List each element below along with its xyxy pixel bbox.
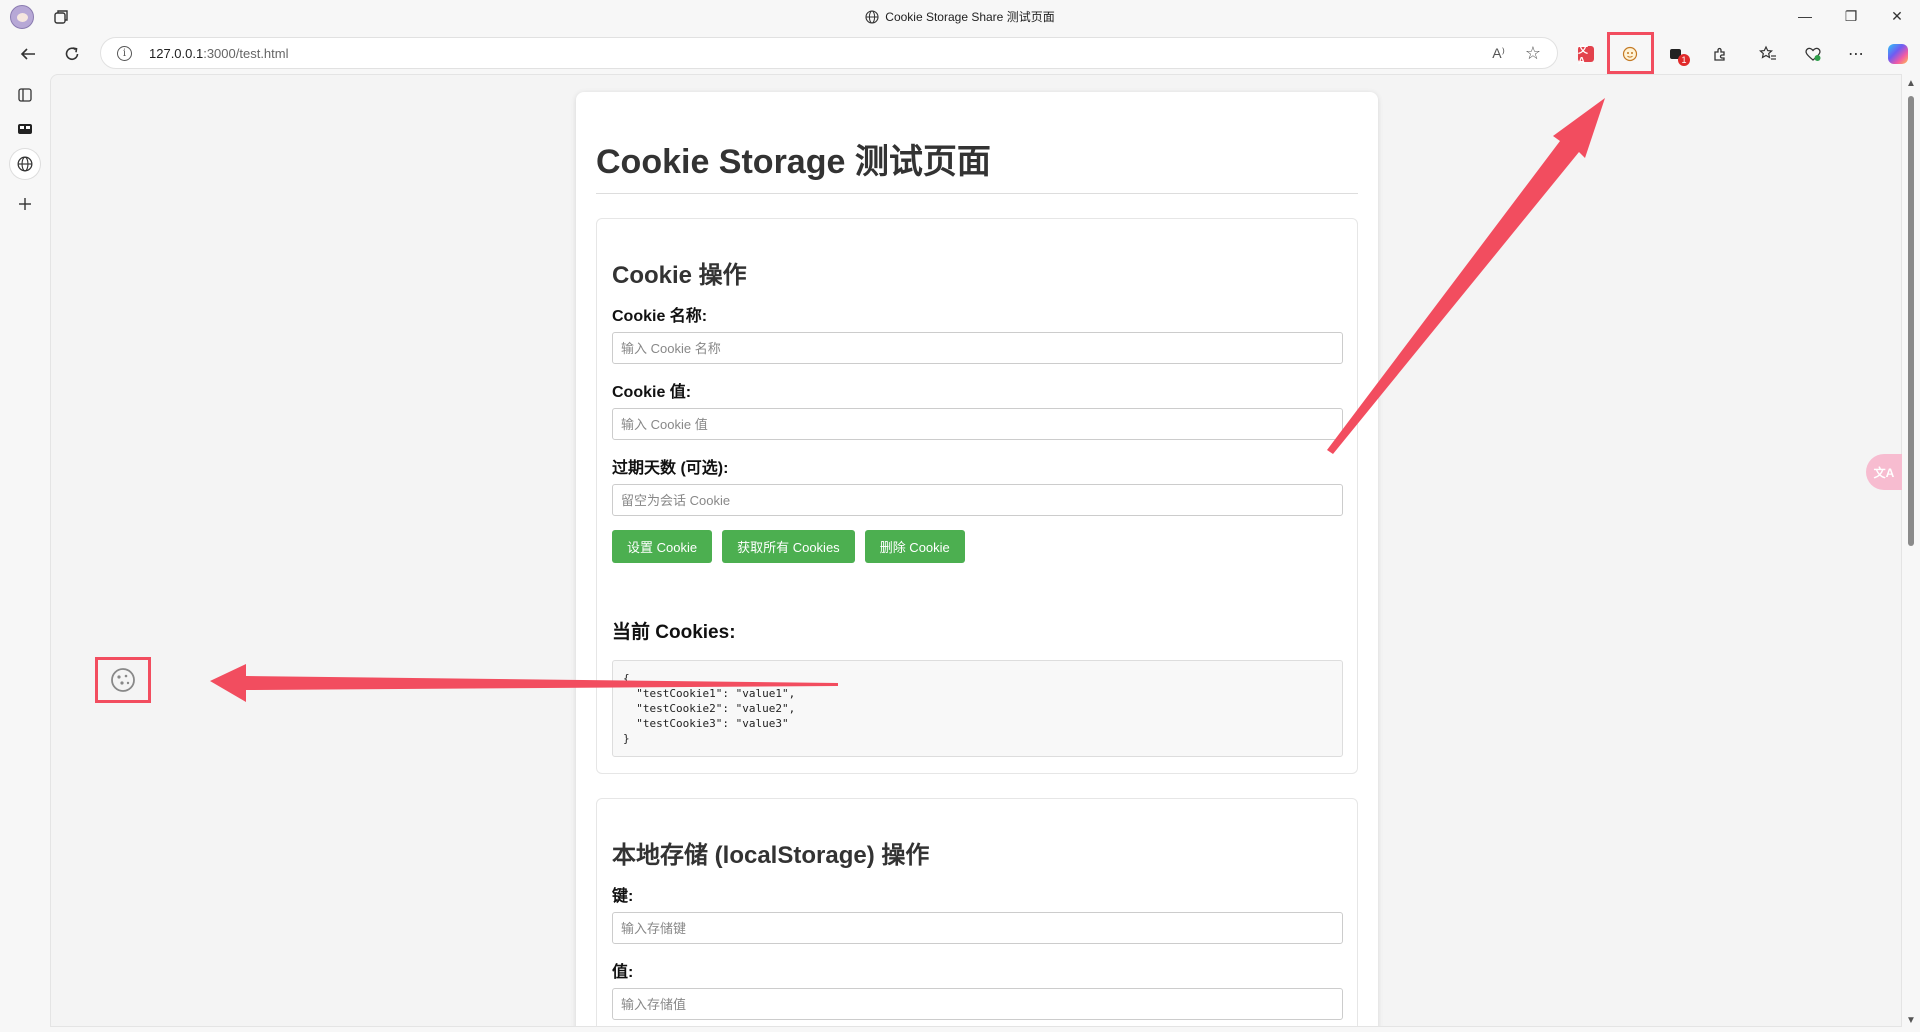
panel-icon [18, 88, 32, 102]
favorites-button[interactable] [1754, 40, 1782, 68]
sidebar-tab-panel[interactable] [10, 80, 40, 110]
close-button[interactable]: ✕ [1874, 0, 1920, 32]
storage-value-label: 值: [612, 964, 634, 981]
translate-extension-button[interactable]: 文A [1572, 40, 1600, 68]
window-controls: — ❐ ✕ [1782, 0, 1920, 32]
page-scrollbar[interactable]: ▲ ▼ [1902, 74, 1920, 1032]
extensions-button[interactable] [1706, 40, 1734, 68]
address-bar[interactable]: i 127.0.0.1:3000/test.html A⁾ ☆ [100, 37, 1558, 69]
localstorage-section: 本地存储 (localStorage) 操作 键: 值: [596, 798, 1358, 1026]
cookie-name-input[interactable] [612, 332, 1343, 364]
page-viewport: Cookie Storage 测试页面 Cookie 操作 Cookie 名称:… [50, 74, 1902, 1027]
window-title-text: Cookie Storage Share 测试页面 [885, 10, 1055, 24]
minimize-button[interactable]: — [1782, 0, 1828, 32]
storage-key-input[interactable] [612, 912, 1343, 944]
translate-extension-icon: 文A [1578, 45, 1594, 67]
floating-translate-button[interactable]: 文A [1866, 454, 1902, 490]
plus-icon [19, 198, 31, 210]
cookie-name-label: Cookie 名称: [612, 308, 708, 325]
url-path: :3000/test.html [203, 46, 289, 61]
page-title: Cookie Storage 测试页面 [596, 92, 1358, 194]
cookie-icon [111, 668, 135, 692]
delete-cookie-button[interactable]: 删除 Cookie [864, 530, 965, 563]
scrollbar-thumb[interactable] [1908, 96, 1914, 546]
localstorage-section-heading: 本地存储 (localStorage) 操作 [612, 842, 930, 869]
favorite-star-icon[interactable]: ☆ [1525, 43, 1541, 64]
puzzle-icon [1714, 47, 1725, 61]
globe-icon [865, 10, 879, 24]
storage-key-label: 键: [612, 888, 634, 905]
sidebar-tab-1[interactable] [10, 114, 40, 144]
site-info-icon[interactable]: i [117, 46, 132, 61]
globe-icon [17, 156, 33, 172]
cookie-expire-label: 过期天数 (可选): [612, 460, 729, 477]
heart-pulse-icon [1805, 47, 1821, 61]
scroll-up-arrow-icon[interactable]: ▲ [1906, 78, 1916, 89]
page-container: Cookie Storage 测试页面 Cookie 操作 Cookie 名称:… [576, 92, 1378, 1026]
floating-cookie-button[interactable] [95, 657, 151, 703]
get-all-cookies-button[interactable]: 获取所有 Cookies [722, 530, 855, 563]
read-aloud-icon[interactable]: A⁾ [1492, 45, 1505, 62]
favorites-list-icon [1759, 45, 1776, 60]
current-cookies-title: 当前 Cookies: [612, 622, 736, 643]
browser-essentials-button[interactable] [1799, 40, 1827, 68]
cookie-section: Cookie 操作 Cookie 名称: Cookie 值: 过期天数 (可选)… [596, 218, 1358, 774]
current-cookies-output: { "testCookie1": "value1", "testCookie2"… [612, 660, 1343, 757]
copilot-button[interactable] [1884, 40, 1912, 68]
restore-button[interactable]: ❐ [1828, 0, 1874, 32]
storage-value-input[interactable] [612, 988, 1343, 1020]
url-text[interactable]: 127.0.0.1:3000/test.html [149, 46, 289, 61]
highlight-cookie-extension [1607, 32, 1654, 74]
app-tab-icon [18, 124, 32, 134]
wallet-extension-button[interactable]: 1 [1662, 40, 1690, 68]
cookie-button-row: 设置 Cookie 获取所有 Cookies 删除 Cookie [612, 530, 1342, 563]
url-host: 127.0.0.1 [149, 46, 204, 61]
cookie-section-heading: Cookie 操作 [612, 262, 747, 289]
sidebar-tab-current[interactable] [10, 149, 40, 179]
new-tab-button[interactable] [10, 189, 40, 219]
cookie-expire-input[interactable] [612, 484, 1343, 516]
window-title: Cookie Storage Share 测试页面 [0, 8, 1920, 25]
copilot-icon [1888, 44, 1908, 64]
back-button[interactable] [14, 40, 42, 68]
extension-badge: 1 [1678, 54, 1690, 66]
back-arrow-icon [20, 48, 35, 60]
set-cookie-button[interactable]: 设置 Cookie [612, 530, 713, 563]
title-bar: Cookie Storage Share 测试页面 — ❐ ✕ [0, 0, 1920, 34]
cookie-value-input[interactable] [612, 408, 1343, 440]
refresh-icon [65, 47, 79, 60]
refresh-button[interactable] [58, 40, 86, 68]
vertical-tab-sidebar [0, 74, 50, 1032]
more-options-button[interactable]: ⋯ [1842, 40, 1870, 68]
scroll-down-arrow-icon[interactable]: ▼ [1906, 1015, 1916, 1026]
cookie-value-label: Cookie 值: [612, 384, 692, 401]
